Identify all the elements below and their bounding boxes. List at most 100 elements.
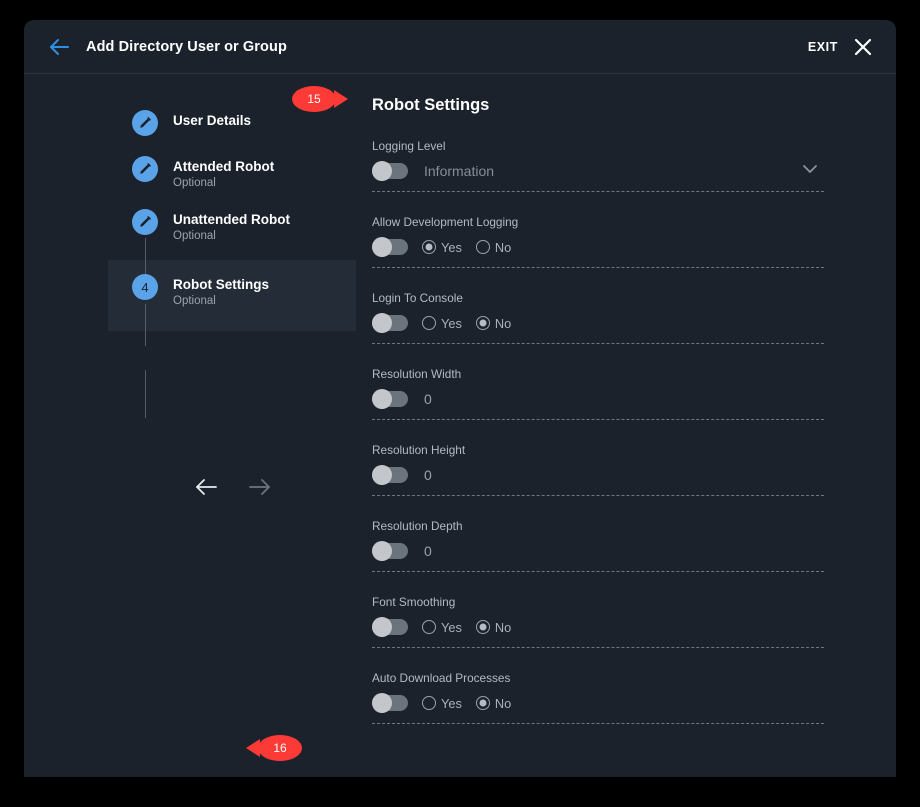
radio-label: Yes: [441, 239, 462, 255]
close-icon[interactable]: [852, 36, 874, 58]
field-label: Resolution Depth: [372, 519, 463, 533]
radio-option-no[interactable]: No: [475, 695, 512, 711]
radio-button[interactable]: [475, 316, 490, 330]
field-resolution-depth: Resolution Depth 0: [372, 519, 824, 572]
field-allow-development-logging: Allow Development Logging Yes No: [372, 215, 824, 268]
step-number-badge: 4: [132, 274, 158, 300]
radio-option-yes[interactable]: Yes: [422, 240, 462, 255]
radio-label: No: [494, 315, 512, 331]
field-resolution-height: Resolution Height 0: [372, 443, 824, 496]
field-row: 0: [372, 464, 824, 486]
wizard-stepper: User Details Attended Robot Optional Una…: [108, 102, 356, 418]
select-logging-level[interactable]: Information: [424, 163, 494, 179]
radio-button[interactable]: [475, 620, 490, 634]
radio-option-yes[interactable]: Yes: [422, 696, 462, 711]
pencil-icon: [132, 156, 158, 182]
field-logging-level: Logging Level Information: [372, 139, 824, 192]
radio-label: No: [494, 619, 512, 635]
radio-label: Yes: [441, 315, 462, 331]
field-row: Yes No: [372, 236, 824, 258]
toggle-knob: [372, 465, 392, 485]
radio-button[interactable]: [475, 240, 490, 254]
stepper-item-text: Attended Robot Optional: [173, 158, 274, 191]
field-row: 0: [372, 540, 824, 562]
field-row: Yes No: [372, 616, 824, 638]
previous-step-arrow-icon[interactable]: [192, 472, 222, 502]
toggle-resolution-height[interactable]: [372, 465, 408, 485]
step-number: 4: [141, 279, 149, 295]
form-title: Robot Settings: [372, 96, 490, 114]
stepper-item-label: Unattended Robot: [173, 212, 290, 227]
toggle-knob: [372, 161, 392, 181]
toggle-knob: [372, 617, 392, 637]
field-label: Resolution Width: [372, 367, 462, 381]
dialog-header: Add Directory User or Group EXIT: [24, 20, 896, 74]
page-title: Add Directory User or Group: [86, 38, 287, 55]
field-label: Allow Development Logging: [372, 215, 519, 229]
radio-button[interactable]: [475, 696, 490, 710]
pencil-icon: [132, 209, 158, 235]
radio-button[interactable]: [422, 620, 436, 634]
radio-group: Yes No: [422, 240, 511, 255]
radio-option-no[interactable]: No: [475, 240, 511, 255]
toggle-login-to-console[interactable]: [372, 313, 408, 333]
toggle-logging-level[interactable]: [372, 161, 408, 181]
screen: Add Directory User or Group EXIT User De…: [0, 0, 920, 807]
add-directory-user-dialog: Add Directory User or Group EXIT User De…: [24, 20, 896, 777]
field-label: Logging Level: [372, 139, 446, 153]
radio-button[interactable]: [422, 316, 436, 330]
input-resolution-height[interactable]: 0: [424, 467, 432, 483]
stepper-connector: [144, 370, 146, 418]
radio-option-no[interactable]: No: [475, 619, 512, 635]
radio-group: Yes No: [422, 316, 511, 331]
toggle-allow-development-logging[interactable]: [372, 237, 408, 257]
stepper-item-label: Robot Settings: [173, 277, 269, 292]
stepper-item-label: Attended Robot: [173, 159, 275, 174]
field-login-to-console: Login To Console Yes No: [372, 291, 824, 344]
stepper-item-attended-robot[interactable]: Attended Robot Optional: [108, 148, 356, 201]
stepper-item-user-details[interactable]: User Details: [108, 102, 356, 148]
stepper-item-text: Unattended Robot Optional: [173, 211, 290, 244]
toggle-knob: [372, 237, 392, 257]
header-actions: EXIT: [808, 36, 874, 58]
toggle-knob: [372, 541, 392, 561]
toggle-knob: [372, 313, 392, 333]
toggle-font-smoothing[interactable]: [372, 617, 408, 637]
radio-option-yes[interactable]: Yes: [422, 620, 462, 635]
back-arrow-icon[interactable]: [44, 32, 74, 62]
field-row: Yes No: [372, 692, 824, 714]
robot-settings-form: Robot Settings Logging Level Information: [372, 96, 824, 747]
stepper-connector: [144, 304, 146, 346]
field-label: Auto Download Processes: [372, 671, 511, 685]
radio-button[interactable]: [422, 240, 436, 254]
radio-group: Yes No: [422, 620, 511, 635]
field-font-smoothing: Font Smoothing Yes No: [372, 595, 824, 648]
stepper-item-sublabel: Optional: [173, 230, 216, 242]
field-auto-download-processes: Auto Download Processes Yes No: [372, 671, 824, 724]
toggle-knob: [372, 389, 392, 409]
field-label: Login To Console: [372, 291, 463, 305]
field-row: Information: [372, 160, 824, 182]
radio-option-yes[interactable]: Yes: [422, 316, 462, 331]
stepper-navigation: [192, 472, 274, 502]
exit-button[interactable]: EXIT: [808, 40, 838, 54]
radio-group: Yes No: [422, 696, 511, 711]
pencil-icon: [132, 110, 158, 136]
radio-option-no[interactable]: No: [475, 315, 512, 331]
toggle-knob: [372, 693, 392, 713]
toggle-auto-download-processes[interactable]: [372, 693, 408, 713]
next-step-arrow-icon[interactable]: [244, 472, 274, 502]
toggle-resolution-depth[interactable]: [372, 541, 408, 561]
input-resolution-width[interactable]: 0: [424, 391, 432, 407]
radio-button[interactable]: [422, 696, 436, 710]
toggle-resolution-width[interactable]: [372, 389, 408, 409]
field-label: Font Smoothing: [372, 595, 456, 609]
field-row: 0: [372, 388, 824, 410]
radio-label: No: [494, 695, 512, 711]
field-row: Yes No: [372, 312, 824, 334]
radio-label: Yes: [441, 695, 462, 711]
stepper-item-sublabel: Optional: [173, 295, 216, 307]
input-resolution-depth[interactable]: 0: [424, 543, 432, 559]
stepper-item-text: User Details: [173, 112, 251, 129]
chevron-down-icon[interactable]: [802, 161, 818, 179]
